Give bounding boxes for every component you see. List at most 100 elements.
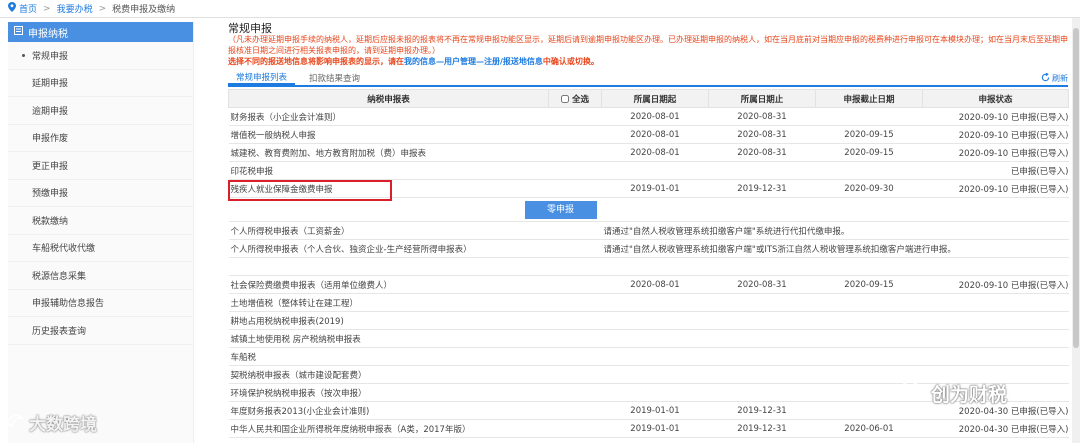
sidebar-item-aux-report[interactable]: 申报辅助信息报告 [8,290,193,317]
cell-end: 2020-08-31 [708,143,816,162]
notice-prefix: 选择不同的报送地信息将影响申报表的显示，请在 [228,57,404,66]
sidebar-item-regular[interactable]: 常规申报 [8,42,193,70]
col-header-select-all[interactable]: 全选 [548,89,602,108]
cell-status: 已申报(已导入) [922,161,1069,180]
table-row[interactable]: 城建税、教育费附加、地方教育附加税（费）申报表 2020-08-01 2020-08… [228,143,1069,162]
select-all-label: 全选 [571,94,589,105]
table-row[interactable]: 印花税申报 已申报(已导入) [228,161,1069,180]
sidebar-item-prepay[interactable]: 预缴申报 [8,180,193,207]
cell-form-name[interactable]: 契税纳税申报表（城市建设配套费） [228,365,549,384]
cell-end: 2020-08-31 [708,107,816,126]
cell-start: 2020-08-01 [601,125,709,144]
tab-deduction-query[interactable]: 扣款结果查询 [301,71,368,85]
cell-form-name[interactable]: 财务报表（小企业会计准则） [228,107,549,126]
cell-status [922,347,1069,366]
sidebar-item-vehicle-tax[interactable]: 车船税代收代缴 [8,235,193,262]
cell-start [601,347,709,366]
cell-select [548,401,602,420]
cell-form-name[interactable]: 个人所得税申报表（个人合伙、独资企业-生产经营所得申报表） [228,239,602,258]
cell-deadline: 2020-06-01 [815,419,923,438]
cell-end [708,347,816,366]
sidebar-item-label: 申报辅助信息报告 [32,299,105,310]
breadcrumb: 首页 > 我要办税 > 税费申报及缴纳 [0,0,1080,18]
table-row[interactable]: 土地增值税（整体转让在建工程） [228,293,1069,312]
breadcrumb-level2: 税费申报及缴纳 [112,5,176,15]
sidebar-item-void[interactable]: 申报作废 [8,125,193,152]
breadcrumb-level1[interactable]: 我要办税 [57,2,93,15]
cell-start [601,161,709,180]
table-row[interactable]: 城镇土地使用税 房产税纳税申报表 [228,329,1069,348]
notice-link[interactable]: 我的信息—用户管理—注册/报送地信息 [404,57,543,66]
cell-end: 2019-12-31 [708,419,816,438]
cell-status [922,293,1069,312]
cell-form-name[interactable]: 年度财务报表2013(小企业会计准则) [228,401,549,420]
cell-form-name[interactable]: 个人所得税申报表（工资薪金） [228,221,602,240]
sidebar-header-label: 申报纳税 [28,28,68,40]
zero-button-cell: 零申报 [228,197,1069,222]
vertical-scrollbar[interactable] [1072,18,1080,443]
select-all-checkbox[interactable] [561,95,569,103]
sidebar-item-label: 历史报表查询 [32,326,87,337]
cell-end [708,311,816,330]
table-row-zero-button: 零申报 [228,197,1069,222]
sidebar-item-overdue[interactable]: 逾期申报 [8,97,193,125]
cell-deadline [815,161,923,180]
cell-deadline [815,293,923,312]
cell-form-name[interactable]: 社会保险费缴费申报表（适用单位缴费人） [228,275,549,294]
cell-form-name[interactable]: 环境保护税纳税申报表（按次申报） [228,383,549,402]
watermark-right-text: 创为财税 [931,384,1008,406]
sidebar-item-correction[interactable]: 更正申报 [8,152,193,180]
cell-status [922,329,1069,348]
watermark-left: 大数跨境 [5,410,97,435]
cell-form-name[interactable]: 中华人民共和国企业所得税年度纳税申报表（A类，2017年版） [228,419,549,438]
watermark-right: 创为财税 [900,380,1007,407]
col-header-end: 所属日期止 [708,89,816,108]
cell-select [548,311,602,330]
notice-suffix: 中确认或切换。 [542,57,599,66]
refresh-button[interactable]: 刷新 [1041,72,1068,84]
sidebar-item-label: 逾期申报 [32,106,69,117]
cell-status: 2020-09-10 已申报(已导入) [922,107,1069,126]
zero-declaration-button[interactable]: 零申报 [524,200,597,219]
sidebar-item-extension[interactable]: 延期申报 [8,70,193,97]
cell-form-name[interactable]: 车船税 [228,347,549,366]
cell-end [708,293,816,312]
table-row[interactable]: 耕地占用税纳税申报表(2019) [228,311,1069,330]
tab-regular-list[interactable]: 常规申报列表 [228,71,296,85]
table-row[interactable]: 财务报表（小企业会计准则） 2020-08-01 2020-08-31 2020-09… [228,107,1069,126]
sidebar-header[interactable]: 申报纳税 [8,22,193,42]
breadcrumb-separator: > [43,3,51,14]
table-header-row: 纳税申报表 全选 所属日期起 所属日期止 申报截止日期 申报状态 [228,89,1069,108]
wechat-icon [900,380,926,407]
sidebar-item-label: 车船税代收代缴 [32,244,96,255]
table-row[interactable]: 增值税一般纳税人申报 2020-08-01 2020-08-31 2020-09-15… [228,125,1069,144]
cell-select [548,383,602,402]
cell-form-name[interactable]: 城建税、教育费附加、地方教育附加税（费）申报表 [228,143,549,162]
cell-form-name[interactable]: 耕地占用税纳税申报表(2019) [228,311,549,330]
sidebar-item-payment[interactable]: 税款缴纳 [8,207,193,235]
cell-deadline [815,107,923,126]
cell-start [601,365,709,384]
cell-form-name[interactable]: 印花税申报 [228,161,549,180]
cell-form-name[interactable]: 城镇土地使用税 房产税纳税申报表 [228,329,549,348]
cell-form-name[interactable]: 增值税一般纳税人申报 [228,125,549,144]
notice-text: （凡未办理延期申报手续的纳税人，延期后应报未报的报表将不再在常规申报功能区显示，… [228,35,1068,55]
breadcrumb-home[interactable]: 首页 [8,2,37,15]
table-row[interactable]: 中华人民共和国企业所得税年度纳税申报表（A类，2017年版） 2019-01-01… [228,419,1069,438]
cell-select [548,275,602,294]
sidebar-item-label: 延期申报 [32,79,69,90]
cell-form-name[interactable]: 土地增值税（整体转让在建工程） [228,293,549,312]
table-row[interactable]: 社会保险费缴费申报表（适用单位缴费人） 2020-08-01 2020-08-31 2… [228,275,1069,294]
cell-deadline [815,347,923,366]
cell-end: 2020-08-31 [708,125,816,144]
col-header-form: 纳税申报表 [228,89,549,108]
cell-status: 2020-09-10 已申报(已导入) [922,179,1069,198]
scrollbar-thumb[interactable] [1073,28,1079,348]
table-row[interactable]: 个人所得税申报表（个人合伙、独资企业-生产经营所得申报表） 请通过"自然人税收管理… [228,239,1069,258]
table-row[interactable]: 个人所得税申报表（工资薪金） 请通过"自然人税收管理系统扣缴客户端"系统进行代扣代… [228,221,1069,240]
table-row[interactable]: 车船税 [228,347,1069,366]
location-pin-icon [8,2,16,15]
sidebar-item-history[interactable]: 历史报表查询 [8,317,193,345]
cell-select [548,347,602,366]
sidebar-item-tax-source[interactable]: 税源信息采集 [8,262,193,290]
